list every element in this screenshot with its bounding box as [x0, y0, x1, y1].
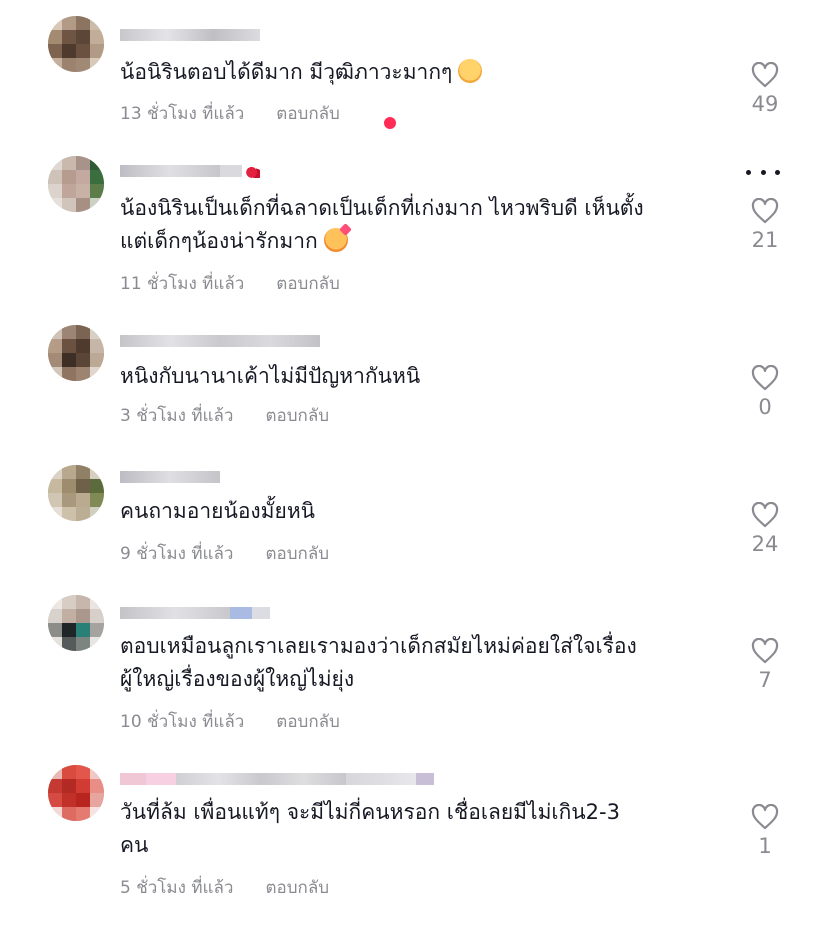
avatar[interactable] [48, 325, 104, 381]
badge-icon [381, 114, 398, 131]
like-button[interactable]: 21 [738, 198, 792, 252]
like-count: 49 [751, 92, 779, 116]
reply-button[interactable]: ตอบกลับ [276, 708, 340, 735]
comment-meta: 11 ชั่วโมง ที่แล้ว ตอบกลับ [120, 270, 340, 297]
comment-meta: 9 ชั่วโมง ที่แล้ว ตอบกลับ [120, 540, 329, 567]
like-count: 1 [758, 834, 772, 858]
heart-outline-icon [751, 62, 779, 88]
username-blurred[interactable] [120, 470, 220, 484]
smiling-face-with-hearts-icon [323, 228, 348, 252]
cherry-emoji-icon [246, 164, 260, 178]
like-button[interactable]: 1 [738, 804, 792, 858]
reply-button[interactable]: ตอบกลับ [276, 270, 340, 297]
like-button[interactable]: 0 [738, 365, 792, 419]
comment-time: 3 ชั่วโมง ที่แล้ว [120, 406, 234, 426]
comment-time: 11 ชั่วโมง ที่แล้ว [120, 274, 245, 294]
heart-outline-icon [751, 198, 779, 224]
username-blurred[interactable] [120, 772, 434, 786]
like-count: 24 [751, 532, 779, 556]
smile-emoji-icon [458, 59, 483, 83]
avatar[interactable] [48, 16, 104, 72]
reply-button[interactable]: ตอบกลับ [276, 100, 340, 127]
comment-meta: 13 ชั่วโมง ที่แล้ว ตอบกลับ [120, 100, 398, 131]
more-options-button[interactable] [746, 166, 780, 178]
avatar[interactable] [48, 595, 104, 651]
reply-button[interactable]: ตอบกลับ [265, 540, 329, 567]
comment-time: 9 ชั่วโมง ที่แล้ว [120, 544, 234, 564]
heart-outline-icon [751, 365, 779, 391]
comment-meta: 3 ชั่วโมง ที่แล้ว ตอบกลับ [120, 402, 329, 429]
like-count: 0 [758, 395, 772, 419]
dot [760, 169, 766, 175]
like-button[interactable]: 49 [738, 62, 792, 116]
creator-reply-avatar[interactable] [368, 101, 398, 131]
like-button[interactable]: 24 [738, 502, 792, 556]
comment-time: 5 ชั่วโมง ที่แล้ว [120, 878, 234, 898]
heart-outline-icon [751, 804, 779, 830]
comment-meta: 5 ชั่วโมง ที่แล้ว ตอบกลับ [120, 874, 329, 901]
dot [746, 169, 751, 175]
reply-button[interactable]: ตอบกลับ [265, 874, 329, 901]
username-blurred[interactable] [120, 606, 270, 620]
username-blurred[interactable] [120, 334, 320, 348]
comment-text: วันที่ล้ม เพื่อนแท้ๆ จะมีไม่กี่คนหรอก เช… [120, 800, 620, 857]
heart-outline-icon [751, 638, 779, 664]
avatar[interactable] [48, 765, 104, 821]
like-count: 7 [758, 668, 772, 692]
comment-time: 10 ชั่วโมง ที่แล้ว [120, 712, 245, 732]
username-blurred[interactable] [120, 28, 260, 42]
comment-time: 13 ชั่วโมง ที่แล้ว [120, 104, 245, 124]
comment-text: ตอบเหมือนลูกเราเลยเรามองว่าเด็กสมัยไหม่ค… [120, 634, 637, 691]
like-count: 21 [751, 228, 779, 252]
heart-outline-icon [751, 502, 779, 528]
avatar[interactable] [48, 156, 104, 212]
comment-text: หนิงกับนานาเค้าไม่มีปัญหากันหนิ [120, 364, 421, 388]
reply-button[interactable]: ตอบกลับ [265, 402, 329, 429]
dot [775, 169, 780, 175]
comment-text: น้อนิรินตอบได้ดีมาก มีวุฒิภาวะมากๆ [120, 56, 720, 89]
comment-text: คนถามอายน้องมั้ยหนิ [120, 499, 316, 523]
like-button[interactable]: 7 [738, 638, 792, 692]
comment-meta: 10 ชั่วโมง ที่แล้ว ตอบกลับ [120, 708, 340, 735]
comment-text: น้องนิรินเป็นเด็กที่ฉลาดเป็นเด็กที่เก่งม… [120, 196, 644, 253]
username-blurred[interactable] [120, 164, 260, 178]
avatar[interactable] [48, 465, 104, 521]
